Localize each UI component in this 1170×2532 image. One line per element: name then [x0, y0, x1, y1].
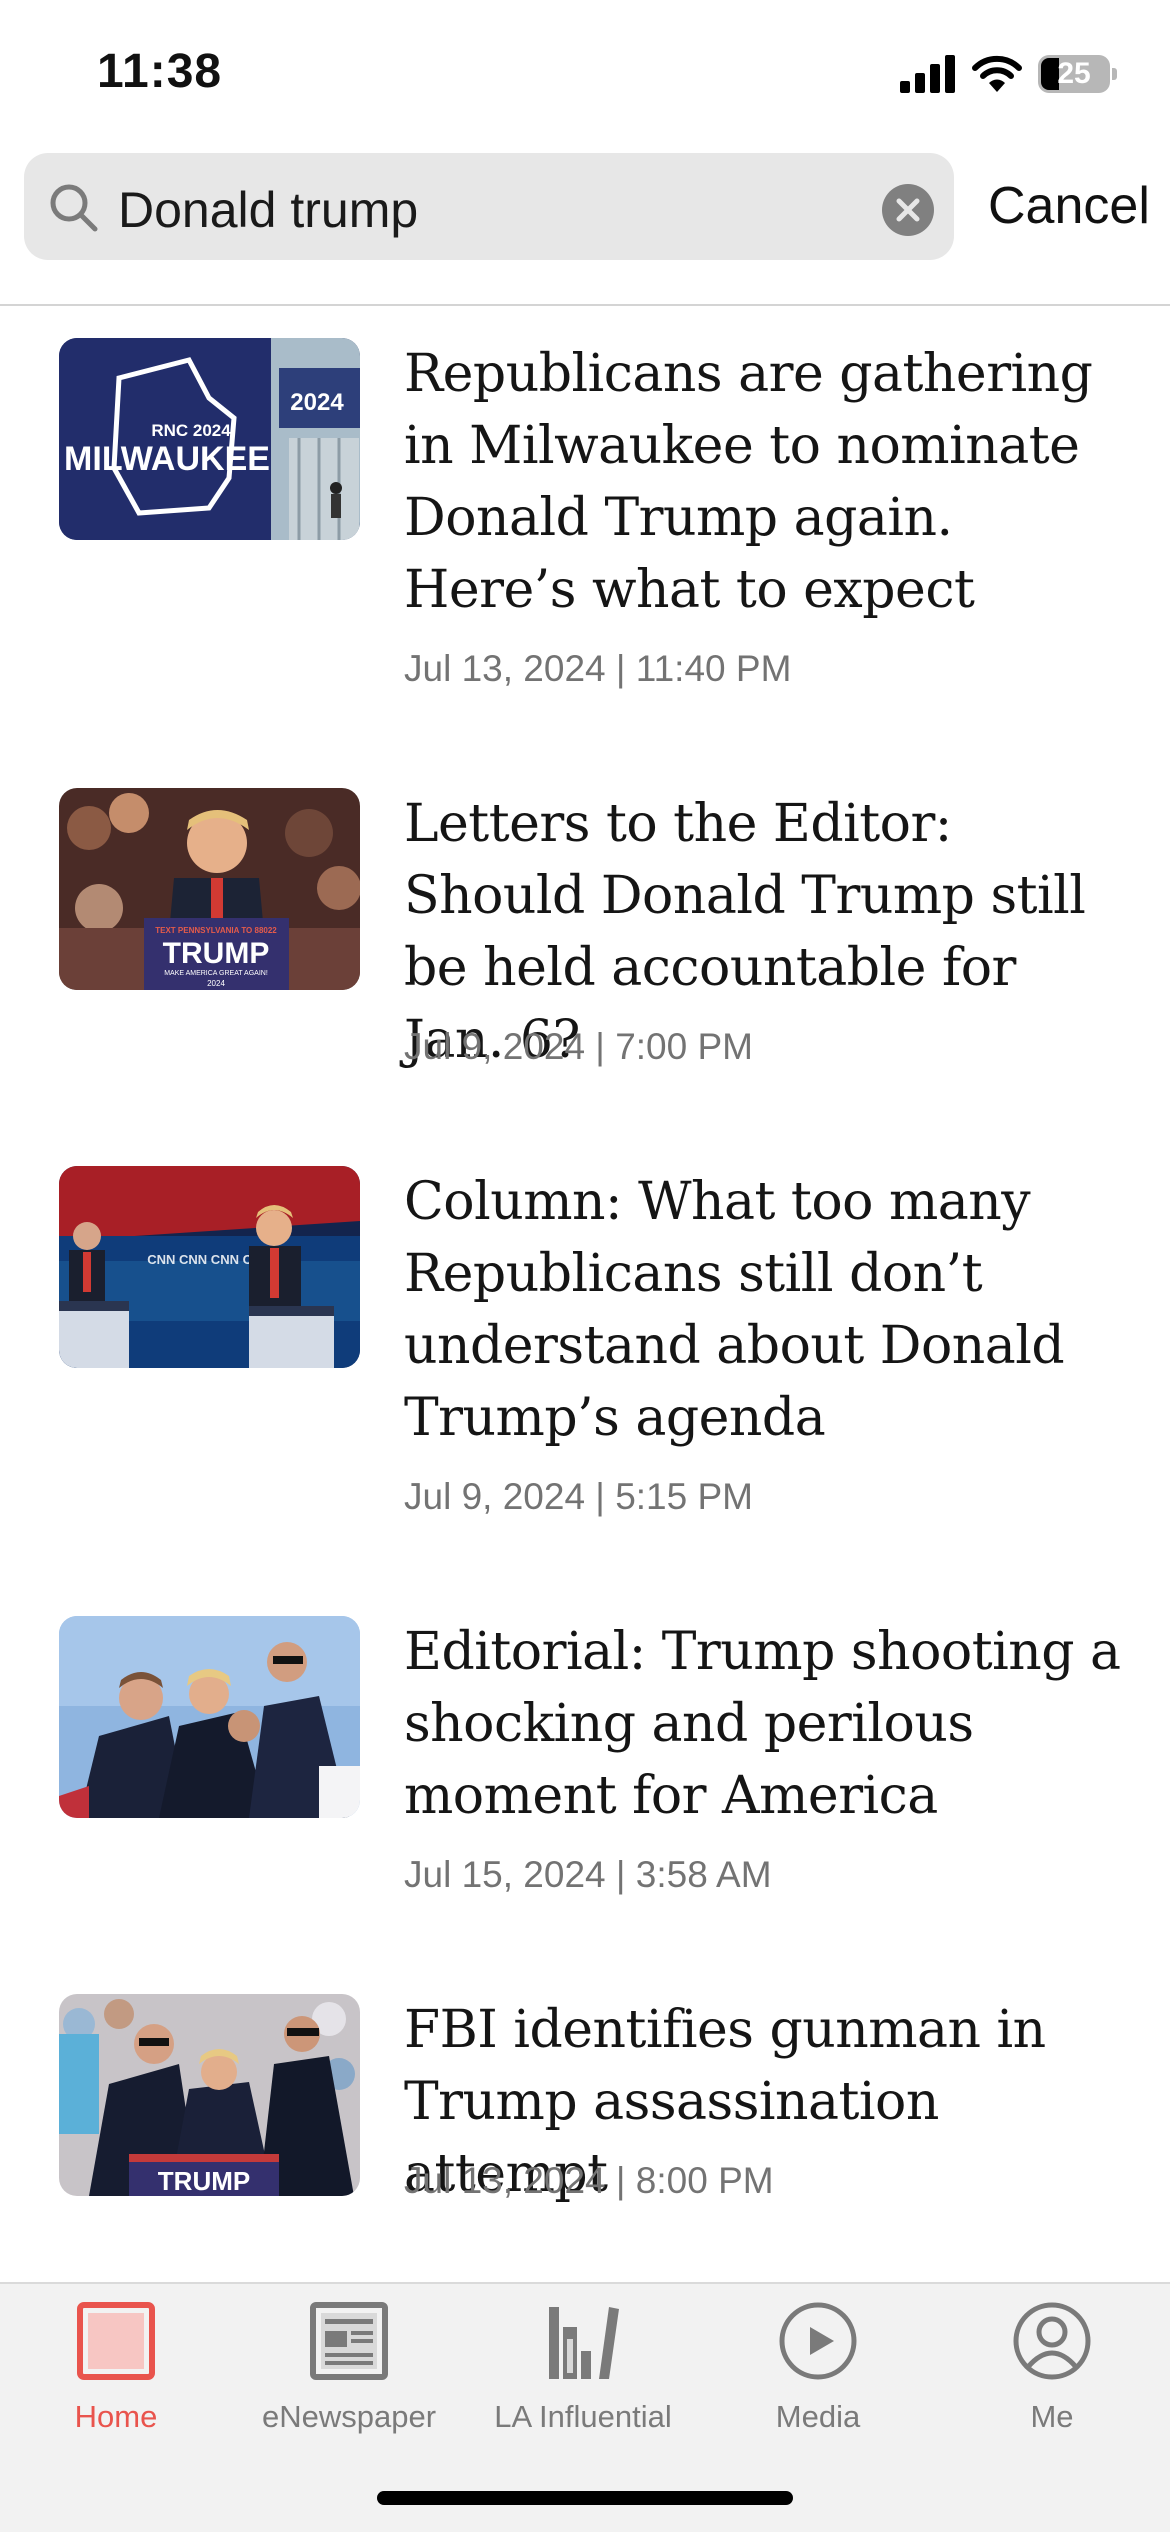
- search-query[interactable]: Donald trump: [118, 181, 418, 239]
- newspaper-icon: [310, 2302, 388, 2380]
- article-date: Jul 13, 2024 | 8:00 PM: [404, 2160, 774, 2201]
- article-thumbnail: TEXT PENNSYLVANIA TO 88022 TRUMP MAKE AM…: [59, 788, 360, 990]
- search-divider: [0, 304, 1170, 306]
- battery-level: 25: [1057, 57, 1091, 90]
- tab-label: eNewspaper: [261, 2399, 437, 2434]
- article-headline[interactable]: Editorial: Trump shooting a shocking and…: [404, 1616, 1124, 1832]
- thumb-sign-text: RNC 2024: [151, 421, 231, 440]
- thumb-sign-year: 2024: [207, 979, 225, 988]
- tab-la-influential[interactable]: LA Influential: [473, 2299, 693, 2449]
- article-thumbnail: RNC 2024 MILWAUKEE 2024: [59, 338, 360, 540]
- battery-icon: 25: [1038, 55, 1117, 93]
- article-thumbnail: TRUMP: [59, 1994, 360, 2196]
- tab-me[interactable]: Me: [942, 2299, 1162, 2449]
- status-icons: 25: [900, 50, 1117, 98]
- search-row: Donald trump Cancel: [0, 150, 1170, 260]
- thumb-main-text: MILWAUKEE: [64, 440, 270, 478]
- play-icon: [779, 2302, 857, 2380]
- article-date: Jul 9, 2024 | 5:15 PM: [404, 1476, 753, 1517]
- tab-label: Media: [775, 2399, 861, 2434]
- article-date: Jul 13, 2024 | 11:40 PM: [404, 648, 792, 689]
- tab-home[interactable]: Home: [6, 2299, 226, 2449]
- article-headline[interactable]: Republicans are gathering in Milwaukee t…: [404, 338, 1124, 626]
- person-icon: [1013, 2302, 1091, 2380]
- thumb-sign-text: TRUMP: [163, 937, 270, 970]
- status-bar: 11:38 25: [0, 0, 1170, 140]
- search-input[interactable]: Donald trump: [24, 153, 954, 260]
- thumb-sign-sub: MAKE AMERICA GREAT AGAIN!: [164, 970, 268, 977]
- thumb-sign-top: TEXT PENNSYLVANIA TO 88022: [155, 926, 277, 935]
- tab-media[interactable]: Media: [708, 2299, 928, 2449]
- tab-label: LA Influential: [494, 2399, 672, 2434]
- books-icon: [549, 2307, 619, 2379]
- home-icon: [77, 2302, 155, 2380]
- status-time: 11:38: [97, 45, 223, 98]
- cellular-signal-icon: [900, 55, 955, 93]
- tab-label: Me: [1030, 2399, 1074, 2434]
- wifi-icon: [972, 55, 1022, 92]
- clear-search-icon[interactable]: [882, 184, 934, 236]
- article-thumbnail: CNN CNN CNN CNN: [59, 1166, 360, 1368]
- cancel-button[interactable]: Cancel: [988, 176, 1150, 236]
- thumb-sign-text: TRUMP: [158, 2166, 250, 2196]
- tab-label: Home: [74, 2399, 158, 2434]
- tab-enewspaper[interactable]: eNewspaper: [239, 2299, 459, 2449]
- article-date: Jul 9, 2024 | 7:00 PM: [404, 1026, 753, 1067]
- home-indicator: [377, 2491, 793, 2505]
- thumb-side-text: 2024: [290, 389, 344, 416]
- article-headline[interactable]: Column: What too many Republicans still …: [404, 1166, 1124, 1454]
- article-date: Jul 15, 2024 | 3:58 AM: [404, 1854, 772, 1895]
- article-thumbnail: [59, 1616, 360, 1818]
- search-icon: [50, 184, 98, 232]
